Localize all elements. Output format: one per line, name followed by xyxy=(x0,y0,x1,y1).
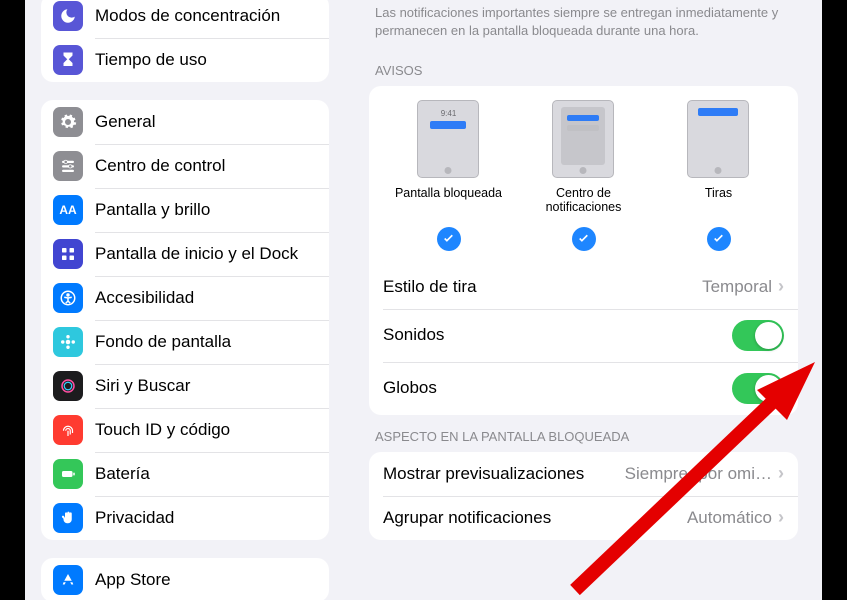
sidebar-item-screentime[interactable]: Tiempo de uso xyxy=(41,38,329,82)
appstore-icon xyxy=(53,565,83,595)
alert-option-center[interactable]: Centro de notificaciones xyxy=(517,100,651,215)
sidebar-item-accessibility[interactable]: Accesibilidad xyxy=(41,276,329,320)
sidebar-item-label: Modos de concentración xyxy=(95,6,280,26)
alert-label: Centro de notificaciones xyxy=(517,186,651,215)
hand-icon xyxy=(53,503,83,533)
lockscreen-appearance-header: ASPECTO EN LA PANTALLA BLOQUEADA xyxy=(369,415,798,452)
flower-icon xyxy=(53,327,83,357)
sidebar-item-privacy[interactable]: Privacidad xyxy=(41,496,329,540)
sidebar-group-store: App Store xyxy=(41,558,329,600)
sidebar-item-display[interactable]: AA Pantalla y brillo xyxy=(41,188,329,232)
siri-icon xyxy=(53,371,83,401)
sidebar-item-label: Batería xyxy=(95,464,150,484)
sidebar-item-label: Touch ID y código xyxy=(95,420,230,440)
sidebar-item-home-screen[interactable]: Pantalla de inicio y el Dock xyxy=(41,232,329,276)
sidebar-item-siri[interactable]: Siri y Buscar xyxy=(41,364,329,408)
important-note: Las notificaciones importantes siempre s… xyxy=(369,0,798,49)
sidebar-item-label: App Store xyxy=(95,570,171,590)
sidebar-item-label: Pantalla de inicio y el Dock xyxy=(95,244,298,264)
alert-option-lockscreen[interactable]: 9:41 Pantalla bloqueada xyxy=(382,100,516,215)
sidebar-item-label: Tiempo de uso xyxy=(95,50,207,70)
grid-icon xyxy=(53,239,83,269)
alert-label: Tiras xyxy=(705,186,732,214)
sidebar-item-label: Centro de control xyxy=(95,156,225,176)
sidebar-item-label: Pantalla y brillo xyxy=(95,200,210,220)
sidebar-item-general[interactable]: General xyxy=(41,100,329,144)
row-title: Mostrar previsualizaciones xyxy=(383,464,584,484)
settings-sidebar: Modos de concentración Tiempo de uso Gen… xyxy=(25,0,345,600)
check-icon[interactable] xyxy=(572,227,596,251)
banner-thumbnail xyxy=(687,100,749,178)
chevron-right-icon: › xyxy=(778,507,784,528)
row-grouping[interactable]: Agrupar notificaciones Automático › xyxy=(369,496,798,540)
row-show-previews[interactable]: Mostrar previsualizaciones Siempre (por … xyxy=(369,452,798,496)
sidebar-item-label: Privacidad xyxy=(95,508,174,528)
alerts-card: 9:41 Pantalla bloqueada Centro de notifi… xyxy=(369,86,798,415)
sidebar-item-control-center[interactable]: Centro de control xyxy=(41,144,329,188)
notifications-detail: Las notificaciones importantes siempre s… xyxy=(345,0,822,600)
battery-icon xyxy=(53,459,83,489)
toggle-badges[interactable] xyxy=(732,373,784,404)
sidebar-item-label: Accesibilidad xyxy=(95,288,194,308)
gear-icon xyxy=(53,107,83,137)
row-title: Globos xyxy=(383,378,437,398)
alerts-header: AVISOS xyxy=(369,49,798,86)
row-sounds: Sonidos xyxy=(369,309,798,362)
lockscreen-card: Mostrar previsualizaciones Siempre (por … xyxy=(369,452,798,540)
hourglass-icon xyxy=(53,45,83,75)
row-title: Estilo de tira xyxy=(383,277,477,297)
sidebar-item-battery[interactable]: Batería xyxy=(41,452,329,496)
sidebar-item-label: Fondo de pantalla xyxy=(95,332,231,352)
moon-icon xyxy=(53,1,83,31)
sidebar-item-label: Siri y Buscar xyxy=(95,376,190,396)
sliders-icon xyxy=(53,151,83,181)
lockscreen-thumbnail: 9:41 xyxy=(417,100,479,178)
sidebar-item-appstore[interactable]: App Store xyxy=(41,558,329,600)
sidebar-item-focus[interactable]: Modos de concentración xyxy=(41,0,329,38)
chevron-right-icon: › xyxy=(778,276,784,297)
row-value: Temporal › xyxy=(702,276,784,297)
text-size-icon: AA xyxy=(53,195,83,225)
chevron-right-icon: › xyxy=(778,463,784,484)
row-banner-style[interactable]: Estilo de tira Temporal › xyxy=(369,265,798,309)
toggle-sounds[interactable] xyxy=(732,320,784,351)
check-icon[interactable] xyxy=(437,227,461,251)
alert-label: Pantalla bloqueada xyxy=(395,186,502,214)
center-thumbnail xyxy=(552,100,614,178)
sidebar-group-focus: Modos de concentración Tiempo de uso xyxy=(41,0,329,82)
row-title: Agrupar notificaciones xyxy=(383,508,551,528)
row-value: Siempre (por omi… › xyxy=(625,463,784,484)
fingerprint-icon xyxy=(53,415,83,445)
sidebar-item-label: General xyxy=(95,112,155,132)
accessibility-icon xyxy=(53,283,83,313)
sidebar-group-general: General Centro de control AA Pantalla y … xyxy=(41,100,329,540)
sidebar-item-touchid[interactable]: Touch ID y código xyxy=(41,408,329,452)
row-title: Sonidos xyxy=(383,325,444,345)
sidebar-item-wallpaper[interactable]: Fondo de pantalla xyxy=(41,320,329,364)
row-badges: Globos xyxy=(369,362,798,415)
check-icon[interactable] xyxy=(707,227,731,251)
row-value: Automático › xyxy=(687,507,784,528)
alert-option-banners[interactable]: Tiras xyxy=(652,100,786,215)
